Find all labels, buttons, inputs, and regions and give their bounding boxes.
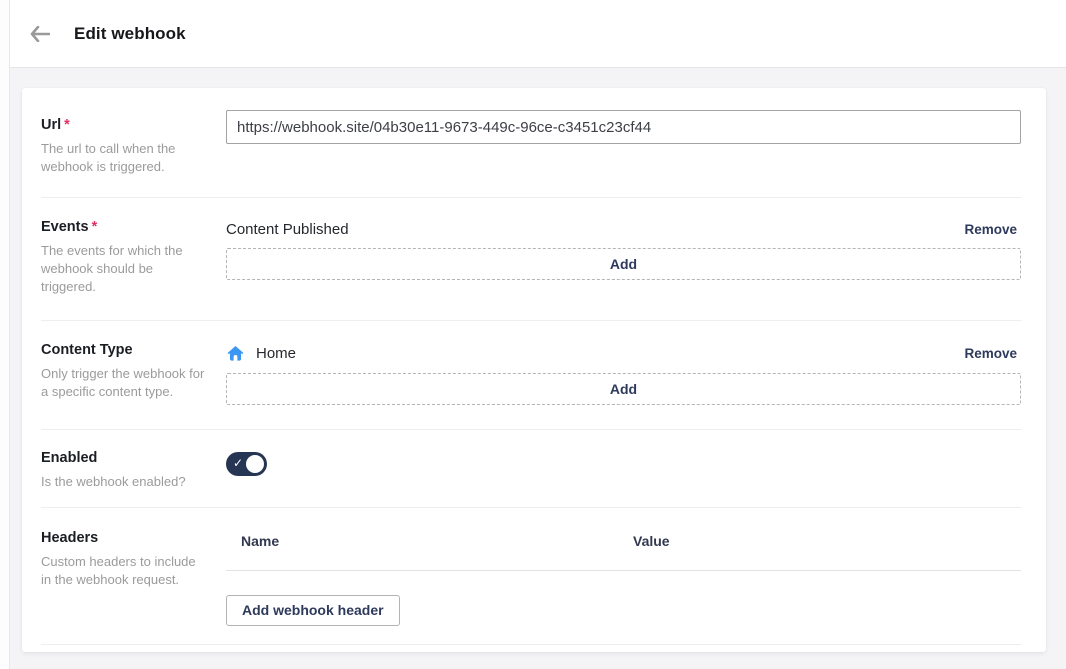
add-event-button[interactable]: Add: [226, 248, 1021, 280]
headers-label-col: Headers Custom headers to include in the…: [41, 530, 226, 626]
headers-label: Headers: [41, 530, 208, 546]
headers-column-value: Value: [633, 533, 670, 549]
check-icon: ✓: [233, 456, 243, 470]
enabled-content-col: ✓: [226, 450, 1021, 491]
event-item-name: Content Published: [226, 221, 349, 238]
content-type-remove-link[interactable]: Remove: [964, 346, 1021, 361]
url-input[interactable]: [226, 110, 1021, 144]
events-field-row: Events* The events for which the webhook…: [41, 198, 1021, 321]
content-type-list-item: Home Remove: [226, 342, 1021, 373]
content-type-hint: Only trigger the webhook for a specific …: [41, 365, 208, 401]
add-webhook-header-button[interactable]: Add webhook header: [226, 595, 400, 626]
content-type-label-col: Content Type Only trigger the webhook fo…: [41, 342, 226, 405]
headers-hint: Custom headers to include in the webhook…: [41, 553, 208, 589]
enabled-field-row: Enabled Is the webhook enabled? ✓: [41, 430, 1021, 508]
page-header: Edit webhook: [0, 0, 1066, 68]
arrow-left-icon: [30, 26, 50, 42]
content-type-field-row: Content Type Only trigger the webhook fo…: [41, 321, 1021, 430]
enabled-label: Enabled: [41, 450, 208, 466]
event-remove-link[interactable]: Remove: [964, 222, 1021, 237]
enabled-toggle[interactable]: ✓: [226, 452, 267, 476]
enabled-hint: Is the webhook enabled?: [41, 473, 208, 491]
required-marker: *: [92, 219, 98, 235]
page-title: Edit webhook: [74, 24, 186, 44]
webhook-form-card: Url* The url to call when the webhook is…: [22, 88, 1046, 652]
content-type-item-name: Home: [256, 345, 296, 362]
url-label: Url*: [41, 117, 208, 133]
headers-column-name: Name: [241, 533, 633, 549]
toggle-knob: [246, 455, 264, 473]
home-icon: [226, 344, 245, 363]
events-content-col: Content Published Remove Add: [226, 219, 1021, 296]
headers-content-col: Name Value Add webhook header: [226, 530, 1021, 626]
events-hint: The events for which the webhook should …: [41, 242, 208, 296]
headers-table-head: Name Value: [226, 530, 1021, 571]
url-field-row: Url* The url to call when the webhook is…: [41, 88, 1021, 198]
url-hint: The url to call when the webhook is trig…: [41, 140, 208, 176]
event-list-item: Content Published Remove: [226, 219, 1021, 248]
url-label-col: Url* The url to call when the webhook is…: [41, 110, 226, 176]
url-content-col: [226, 110, 1021, 176]
add-content-type-button[interactable]: Add: [226, 373, 1021, 405]
back-button[interactable]: [27, 21, 53, 47]
content-type-content-col: Home Remove Add: [226, 342, 1021, 405]
required-marker: *: [64, 117, 70, 133]
left-rail: [0, 0, 10, 669]
headers-field-row: Headers Custom headers to include in the…: [41, 508, 1021, 645]
content-type-label: Content Type: [41, 342, 208, 358]
events-label: Events*: [41, 219, 208, 235]
enabled-label-col: Enabled Is the webhook enabled?: [41, 450, 226, 491]
events-label-col: Events* The events for which the webhook…: [41, 219, 226, 296]
